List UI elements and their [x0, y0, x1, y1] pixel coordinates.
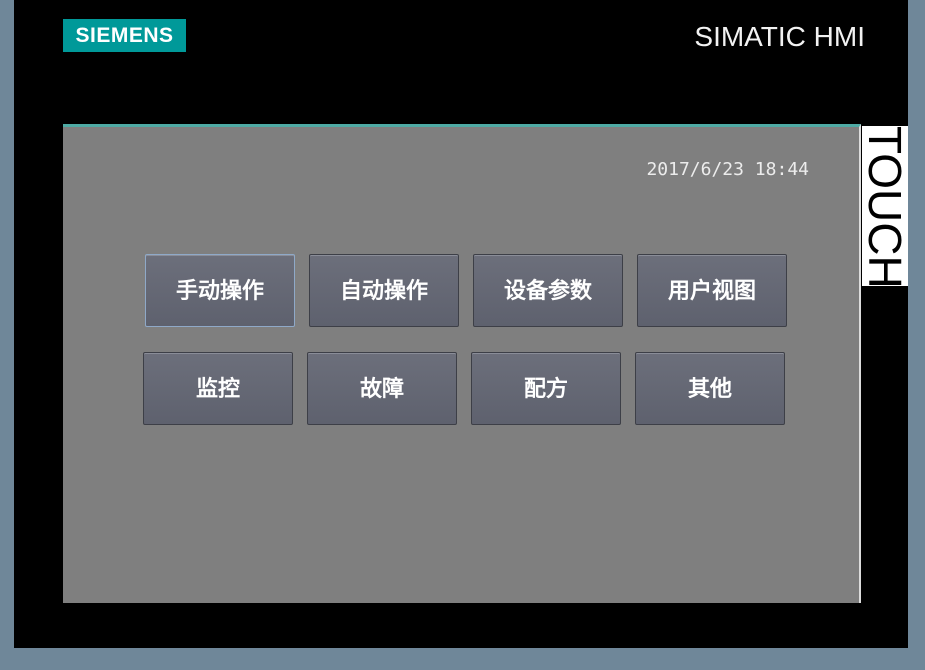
- siemens-logo: SIEMENS: [63, 19, 186, 52]
- date-time-display: 2017/6/23 18:44: [646, 159, 809, 180]
- other-button[interactable]: 其他: [635, 352, 785, 425]
- manual-operation-button[interactable]: 手动操作: [145, 254, 295, 327]
- product-name: SIMATIC HMI: [694, 21, 865, 52]
- fault-button[interactable]: 故障: [307, 352, 457, 425]
- monitoring-button[interactable]: 监控: [143, 352, 293, 425]
- recipe-button[interactable]: 配方: [471, 352, 621, 425]
- touch-label: TOUCH: [862, 126, 908, 286]
- user-view-button[interactable]: 用户视图: [637, 254, 787, 327]
- auto-operation-button[interactable]: 自动操作: [309, 254, 459, 327]
- hmi-screen: 2017/6/23 18:44 手动操作 自动操作 设备参数 用户视图 监控 故…: [63, 124, 861, 603]
- equipment-parameters-button[interactable]: 设备参数: [473, 254, 623, 327]
